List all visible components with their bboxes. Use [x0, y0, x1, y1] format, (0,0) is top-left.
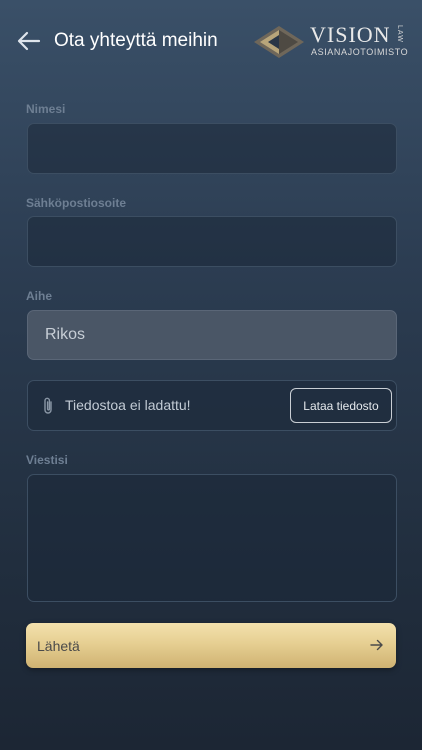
arrow-left-icon [17, 31, 41, 51]
subject-label: Aihe [26, 289, 53, 303]
message-label: Viestisi [26, 453, 68, 467]
attachment-status: Tiedostoa ei ladattu! [65, 397, 191, 413]
submit-button[interactable]: Lähetä [26, 623, 396, 668]
name-label: Nimesi [26, 102, 66, 116]
back-button[interactable] [14, 26, 44, 56]
upload-file-button[interactable]: Lataa tiedosto [290, 388, 392, 423]
logo-subtitle: ASIANAJOTOIMISTO [311, 47, 409, 57]
message-textarea[interactable] [27, 474, 397, 602]
logo-wordmark: VISION [310, 22, 391, 47]
page-title: Ota yhteyttä meihin [54, 30, 218, 51]
vision-law-logo: VISION LAW ASIANAJOTOIMISTO [254, 22, 414, 62]
attachment-field: Tiedostoa ei ladattu! Lataa tiedosto [27, 380, 397, 431]
email-field[interactable] [27, 216, 397, 267]
arrow-right-icon [370, 639, 383, 651]
email-label: Sähköpostiosoite [26, 196, 127, 210]
subject-select[interactable]: Rikos [27, 310, 397, 360]
app-header: Ota yhteyttä meihin VISION LAW ASIANAJOT… [0, 0, 422, 84]
subject-selected-value: Rikos [45, 326, 86, 343]
submit-button-label: Lähetä [37, 638, 80, 654]
logo-mark-icon [254, 26, 304, 58]
logo-law-text: LAW [396, 25, 403, 43]
name-field[interactable] [27, 123, 397, 174]
paperclip-icon [44, 397, 52, 414]
